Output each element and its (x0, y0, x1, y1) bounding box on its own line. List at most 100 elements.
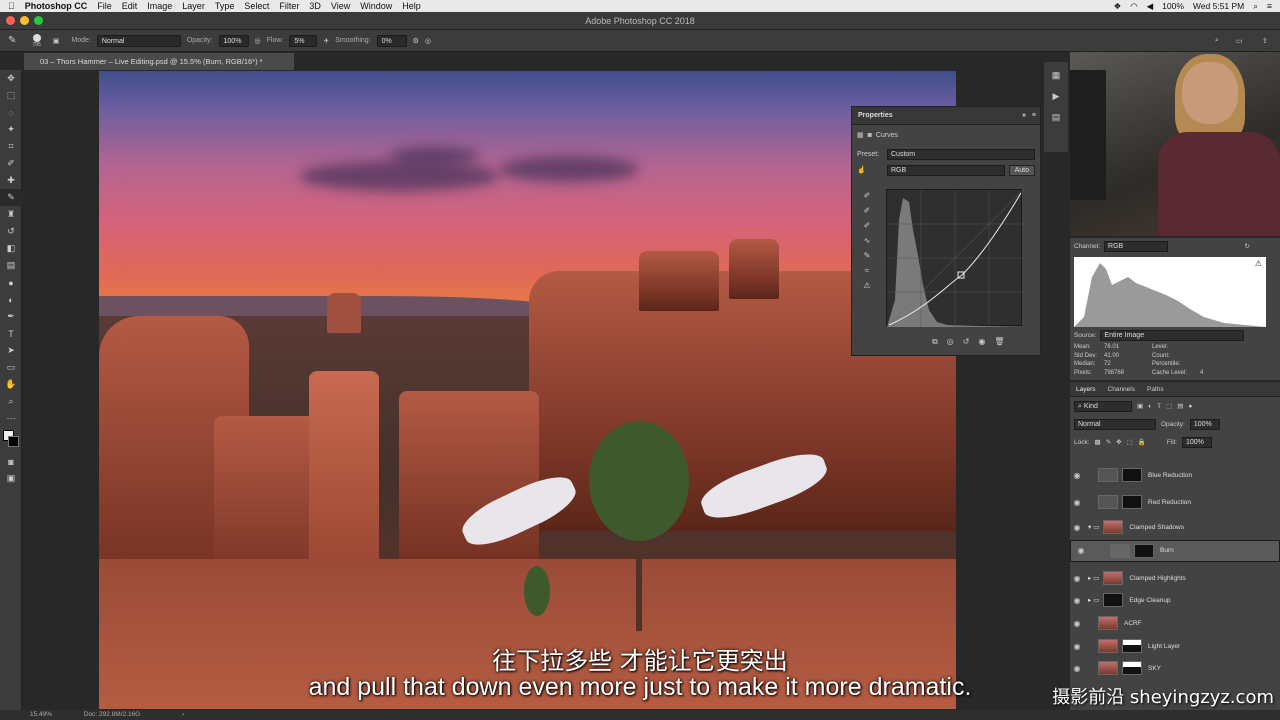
visibility-eye-icon[interactable]: ◉ (1070, 471, 1084, 480)
view-previous-icon[interactable]: ◎ (947, 337, 954, 347)
menu-file[interactable]: File (97, 1, 112, 11)
layer-mask-thumbnail[interactable] (1122, 468, 1142, 482)
layer-name[interactable]: Clamped Highlights (1129, 575, 1185, 582)
reset-icon[interactable]: ↺ (963, 337, 970, 347)
close-window-button[interactable] (6, 16, 15, 25)
black-point-eyedropper-icon[interactable]: ✐ (860, 191, 874, 202)
marquee-tool-icon[interactable]: ⬚ (0, 87, 22, 104)
visibility-icon[interactable]: ◉ (978, 337, 985, 347)
menu-window[interactable]: Window (360, 1, 392, 11)
status-menu-icon[interactable]: › (182, 711, 184, 718)
layer-name[interactable]: Clamped Shadows (1129, 524, 1184, 531)
history-panel-icon[interactable]: ▦ (1052, 70, 1061, 81)
layer-name[interactable]: Burn (1160, 546, 1174, 556)
on-image-adjust-icon[interactable]: ☝ (857, 166, 883, 174)
layer-mask-thumbnail[interactable] (1134, 544, 1154, 558)
clock[interactable]: Wed 5:51 PM (1193, 1, 1244, 11)
refresh-icon[interactable]: ↻ (1245, 242, 1250, 250)
search-icon[interactable]: ⌕ (1215, 37, 1219, 45)
battery-percent[interactable]: 100% (1162, 1, 1184, 11)
screen-mode-icon[interactable]: ▣ (0, 470, 22, 487)
list-icon[interactable]: ≡ (1267, 1, 1272, 11)
menu-type[interactable]: Type (215, 1, 235, 11)
filter-shape-icon[interactable]: ⬚ (1166, 402, 1172, 410)
quick-select-tool-icon[interactable]: ✦ (0, 121, 22, 138)
white-point-eyedropper-icon[interactable]: ✐ (860, 221, 874, 232)
layer-name[interactable]: ACRF (1124, 620, 1142, 627)
move-tool-icon[interactable]: ✥ (0, 70, 22, 87)
source-select[interactable]: Entire Image (1100, 330, 1245, 341)
group-mask-thumbnail[interactable] (1103, 571, 1124, 585)
clone-stamp-tool-icon[interactable]: ♜ (0, 206, 22, 223)
tab-layers[interactable]: Layers (1076, 386, 1096, 393)
layer-row[interactable]: ◉ ACRF (1070, 612, 1280, 634)
background-color[interactable] (8, 436, 19, 447)
collapse-icon[interactable]: » (1022, 107, 1026, 125)
tab-channels[interactable]: Channels (1108, 386, 1135, 393)
actions-panel-icon[interactable]: ▶ (1053, 91, 1060, 102)
lock-paint-icon[interactable]: ✎ (1106, 438, 1111, 446)
menu-edit[interactable]: Edit (122, 1, 138, 11)
document-tab[interactable]: 03 – Thors Hammer – Live Editing.psd @ 1… (24, 53, 294, 70)
path-select-tool-icon[interactable]: ➤ (0, 342, 22, 359)
airbrush-icon[interactable]: ✈ (323, 37, 329, 45)
layer-mask-thumbnail[interactable] (1122, 495, 1142, 509)
trash-icon[interactable]: 🗑 (994, 337, 1004, 347)
group-mask-thumbnail[interactable] (1103, 520, 1124, 534)
tab-paths[interactable]: Paths (1147, 386, 1164, 393)
app-menu[interactable]: Photoshop CC (25, 1, 88, 11)
panel-menu-icon[interactable]: ≡ (1032, 107, 1036, 125)
layer-row-selected[interactable]: ◉ Burn (1070, 540, 1280, 562)
menu-help[interactable]: Help (402, 1, 421, 11)
mode-select[interactable]: Normal (96, 34, 181, 47)
menu-3d[interactable]: 3D (309, 1, 321, 11)
filter-pixel-icon[interactable]: ▣ (1137, 402, 1143, 410)
pencil-draw-icon[interactable]: ✎ (860, 251, 874, 262)
layer-opacity-field[interactable]: 100% (1189, 418, 1220, 430)
share-icon[interactable]: ⇪ (1262, 37, 1268, 45)
menu-select[interactable]: Select (244, 1, 269, 11)
search-icon[interactable]: ⌕ (1253, 1, 1258, 12)
histogram-channel-select[interactable]: RGB (1104, 240, 1169, 252)
flow-field[interactable]: 5% (289, 34, 318, 47)
group-mask-thumbnail[interactable] (1103, 593, 1124, 607)
type-tool-icon[interactable]: T (0, 325, 22, 342)
blur-tool-icon[interactable]: ● (0, 274, 22, 291)
smoothing-field[interactable]: 0% (376, 34, 407, 47)
brush-panel-icon[interactable]: ▣ (53, 37, 60, 45)
layer-row[interactable]: ◉ Blue Reduction (1070, 464, 1280, 486)
lock-all-icon[interactable]: 🔒 (1138, 438, 1146, 446)
menu-view[interactable]: View (331, 1, 350, 11)
opacity-field[interactable]: 100% (218, 34, 249, 47)
smooth-icon[interactable]: ≈ (860, 266, 874, 277)
mask-icon[interactable]: ◙ (868, 132, 872, 139)
gear-icon[interactable]: ⚙ (413, 37, 419, 45)
crop-tool-icon[interactable]: ⌗ (0, 138, 22, 155)
preset-select[interactable]: Custom (887, 148, 1035, 160)
brush-tool-icon[interactable]: ✎ (0, 189, 22, 206)
blend-mode-select[interactable]: Normal (1074, 418, 1156, 430)
volume-icon[interactable]: ◀ (1147, 1, 1154, 12)
healing-tool-icon[interactable]: ✚ (0, 172, 22, 189)
layer-name[interactable]: Edge Cleanup (1129, 597, 1170, 604)
quick-mask-icon[interactable]: ◙ (0, 453, 22, 470)
warning-icon[interactable]: ⚠ (1255, 259, 1262, 268)
visibility-eye-icon[interactable]: ◉ (1070, 523, 1084, 532)
minimize-window-button[interactable] (20, 16, 29, 25)
layer-row[interactable]: ◉ Red Reduction (1070, 491, 1280, 513)
canvas-image[interactable] (99, 71, 956, 709)
visibility-eye-icon[interactable]: ◉ (1070, 596, 1084, 605)
layer-name[interactable]: Blue Reduction (1148, 472, 1192, 479)
brush-preset-picker[interactable]: 795 (32, 33, 41, 48)
lasso-tool-icon[interactable]: ◌ (0, 104, 22, 121)
workspace-icon[interactable]: ▭ (1236, 37, 1243, 45)
menu-filter[interactable]: Filter (279, 1, 299, 11)
zoom-window-button[interactable] (34, 16, 43, 25)
eraser-tool-icon[interactable]: ◧ (0, 240, 22, 257)
channel-select[interactable]: RGB (887, 164, 1005, 176)
shape-tool-icon[interactable]: ▭ (0, 359, 22, 376)
dodge-tool-icon[interactable]: ◐ (0, 291, 22, 308)
gray-point-eyedropper-icon[interactable]: ✐ (860, 206, 874, 217)
apple-menu-icon[interactable]:  (8, 1, 15, 11)
hand-tool-icon[interactable]: ✋ (0, 376, 22, 393)
